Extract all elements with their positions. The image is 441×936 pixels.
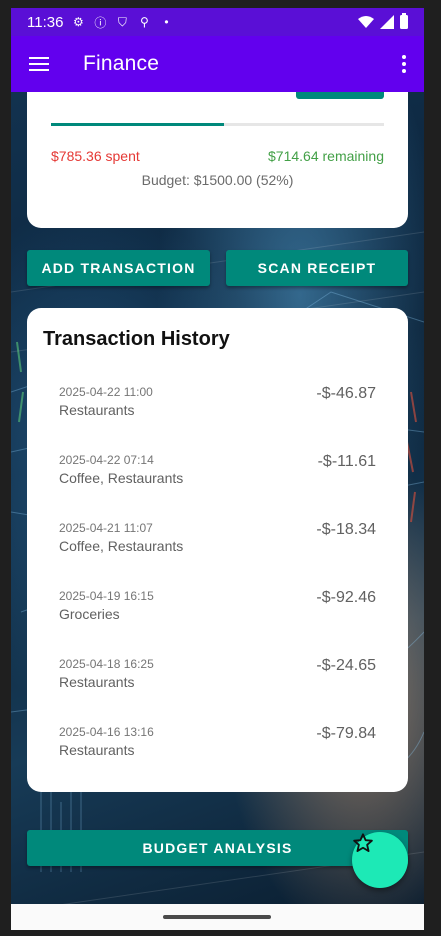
transaction-row[interactable]: 2025-04-18 16:25 Restaurants -$-24.65 [43,640,392,708]
budget-progress-fill [51,123,225,126]
status-bar: 11:36 ⚙ ⓘ ⛉ ⚲ • [11,8,424,36]
transaction-amount: -$-46.87 [316,385,376,402]
transaction-history-card: Transaction History 2025-04-22 11:00 Res… [27,308,408,792]
transaction-row[interactable]: 2025-04-19 16:15 Groceries -$-92.46 [43,572,392,640]
transaction-list: 2025-04-22 11:00 Restaurants -$-46.87 20… [43,368,392,776]
add-transaction-button[interactable]: ADD TRANSACTION [27,250,210,286]
transaction-date: 2025-04-16 13:16 [59,725,154,739]
hamburger-menu-icon[interactable] [11,36,67,92]
favorite-fab[interactable] [352,832,408,888]
transaction-amount: -$-18.34 [316,521,376,538]
transaction-category: Groceries [59,606,120,622]
system-navigation-bar [11,904,424,930]
transaction-amount: -$-79.84 [316,725,376,742]
transaction-category: Coffee, Restaurants [59,470,184,486]
app-bar: Finance [11,36,424,92]
background-image: $785.36 spent $714.64 remaining Budget: … [11,92,424,904]
transaction-category: Restaurants [59,402,135,418]
transaction-date: 2025-04-22 07:14 [59,453,154,467]
screen: 11:36 ⚙ ⓘ ⛉ ⚲ • Finance $785.36 spent $7… [11,8,424,930]
transaction-amount: -$-24.65 [316,657,376,674]
spent-amount: $785.36 spent [51,148,140,164]
transaction-date: 2025-04-19 16:15 [59,589,154,603]
transaction-row[interactable]: 2025-04-16 13:16 Restaurants -$-79.84 [43,708,392,776]
usb-icon: ⚲ [140,15,149,29]
gear-icon: ⚙ [73,15,84,29]
budget-card-action-button[interactable] [296,92,384,99]
budget-progress-bar [51,123,384,126]
budget-card: $785.36 spent $714.64 remaining Budget: … [27,92,408,228]
wifi-icon [358,16,374,28]
transaction-row[interactable]: 2025-04-22 07:14 Coffee, Restaurants -$-… [43,436,392,504]
transaction-date: 2025-04-18 16:25 [59,657,154,671]
gesture-handle[interactable] [163,915,271,919]
device-frame: 11:36 ⚙ ⓘ ⛉ ⚲ • Finance $785.36 spent $7… [0,0,441,936]
budget-summary: Budget: $1500.00 (52%) [141,172,294,188]
transaction-category: Coffee, Restaurants [59,538,184,554]
transaction-row[interactable]: 2025-04-21 11:07 Coffee, Restaurants -$-… [43,504,392,572]
transaction-date: 2025-04-21 11:07 [59,521,153,535]
remaining-amount: $714.64 remaining [268,148,384,164]
dot-icon: • [164,15,169,29]
status-time: 11:36 [27,13,64,31]
more-vert-icon[interactable] [384,36,424,92]
star-outline-icon [353,833,373,852]
transaction-category: Restaurants [59,742,135,758]
transaction-amount: -$-92.46 [316,589,376,606]
info-icon: ⓘ [94,15,107,30]
transaction-row[interactable]: 2025-04-22 11:00 Restaurants -$-46.87 [43,368,392,436]
shield-icon: ⛉ [117,14,127,29]
transaction-date: 2025-04-22 11:00 [59,385,153,399]
transaction-category: Restaurants [59,674,135,690]
budget-analysis-button[interactable]: BUDGET ANALYSIS [27,830,408,866]
app-title: Finance [83,52,160,75]
battery-icon [400,13,408,29]
transaction-history-title: Transaction History [43,328,230,350]
signal-icon [380,15,394,29]
scan-receipt-button[interactable]: SCAN RECEIPT [226,250,408,286]
transaction-amount: -$-11.61 [317,453,376,470]
